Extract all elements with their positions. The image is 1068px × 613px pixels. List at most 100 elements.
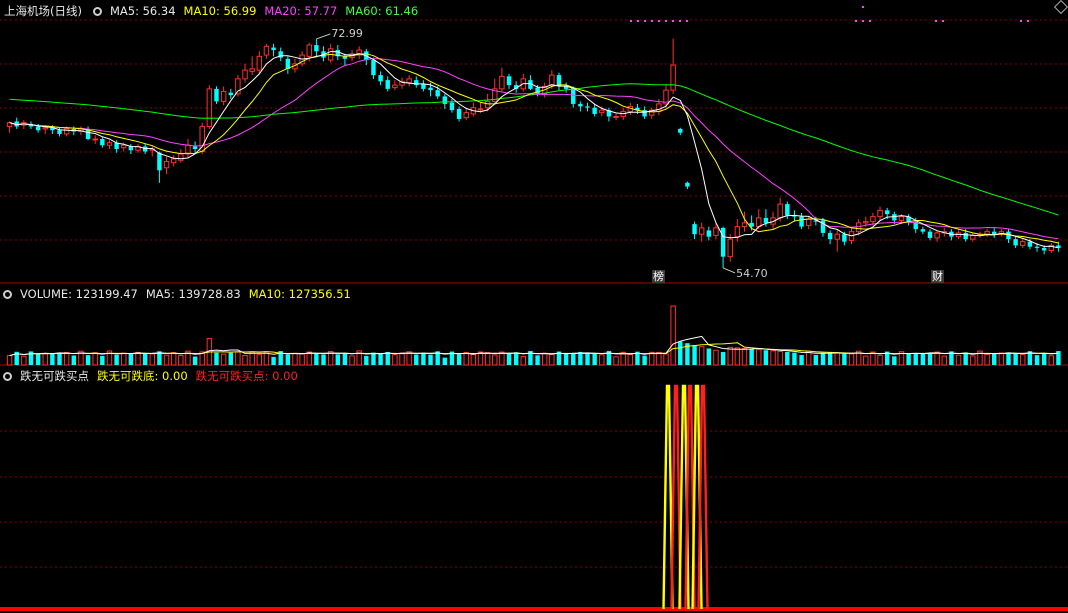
candle-body-up [499, 75, 505, 90]
volume-bar [192, 356, 198, 365]
volume-bar [541, 352, 548, 366]
volume-bar [114, 354, 119, 365]
volume-bar [792, 352, 797, 365]
volume-bar [335, 354, 340, 365]
candle-body-down [1013, 239, 1018, 246]
candle-body-up [42, 127, 48, 130]
volume-bar [299, 353, 305, 366]
volume-bar [399, 352, 405, 366]
volume-bar [698, 346, 705, 366]
volume-bar [285, 354, 291, 365]
volume-bar [1041, 352, 1047, 365]
volume-bar [913, 353, 918, 365]
volume-bar [656, 351, 662, 366]
volume-bar [71, 355, 76, 365]
volume-bar [777, 350, 783, 366]
candle-body-down [214, 88, 219, 102]
volume-bar [663, 353, 669, 366]
candle-body-down [128, 146, 134, 151]
volume-bar [692, 344, 697, 365]
volume-label: VOLUME: 123199.47 [20, 287, 138, 301]
volume-bar [720, 352, 726, 365]
candle-body-down [920, 229, 926, 232]
volume-bar [1048, 355, 1055, 366]
volume-bar [63, 351, 70, 366]
volume-bar [135, 351, 141, 366]
candle-body-down [927, 231, 933, 238]
volume-bar [163, 354, 170, 366]
candle-body-up [741, 222, 748, 228]
candle-body-down [578, 103, 583, 107]
candle-body-up [477, 108, 484, 111]
candle-body-down [884, 210, 890, 215]
bang-marker[interactable]: 榜 [652, 270, 665, 283]
volume-bar [842, 353, 847, 365]
candle-body-up [163, 161, 170, 169]
volume-bar [613, 356, 619, 366]
candle-body-up [178, 153, 184, 161]
volume-bar [906, 353, 911, 365]
candle-body-up [970, 234, 976, 240]
candle-body-down [685, 182, 690, 187]
candle-body-up [206, 88, 213, 127]
candle-body-up [756, 217, 762, 228]
gear-icon[interactable] [3, 372, 12, 381]
candle-body-up [256, 55, 263, 71]
candle-body-down [963, 232, 968, 240]
candle-body-down [1027, 241, 1033, 247]
signal-dot [644, 20, 646, 22]
volume-bar [963, 352, 968, 365]
volume-bar [749, 349, 754, 365]
volume-bar [877, 354, 883, 366]
candle-body-up [656, 103, 662, 112]
candle-body-up [613, 115, 619, 118]
volume-bar [442, 357, 448, 365]
candle-body-down [571, 87, 576, 104]
candle-body-up [463, 112, 469, 119]
signal-dot [935, 20, 937, 22]
signal-dot [869, 20, 871, 22]
candle-body-up [734, 226, 741, 238]
candle-body-up [170, 158, 177, 164]
signal-dot [658, 20, 660, 22]
candle-body-down [535, 87, 540, 94]
volume-bar [484, 352, 491, 366]
gear-icon[interactable] [3, 290, 12, 299]
candle-body-up [805, 218, 812, 226]
ma60-label: MA60: 61.46 [345, 4, 419, 18]
volume-bar [627, 353, 634, 366]
ma20-label: MA20: 57.77 [264, 4, 338, 18]
stock-chart[interactable]: 72.99 54.70 [0, 0, 1068, 613]
volume-bar [549, 353, 555, 366]
candle-body-down [692, 224, 697, 235]
candle-body-down [35, 126, 41, 131]
candle-body-down [763, 217, 769, 223]
gear-icon[interactable] [92, 7, 102, 16]
candle-body-down [992, 231, 997, 235]
volume-bar [349, 355, 355, 366]
candle-body-down [1034, 246, 1040, 248]
volume-ma5-line [9, 335, 1059, 357]
candle-body-up [242, 69, 248, 80]
volume-bar [941, 355, 947, 366]
volume-bar [428, 354, 433, 365]
volume-bar [535, 355, 540, 365]
low-marker-line [722, 267, 736, 274]
volume-bar [271, 356, 276, 365]
candle-body-up [713, 227, 719, 236]
volume-bar [314, 353, 319, 365]
volume-bar [342, 353, 348, 365]
volume-bar [92, 352, 98, 366]
cai-marker[interactable]: 财 [931, 270, 944, 283]
candle-body-up [934, 232, 940, 239]
signal-dot [651, 20, 653, 22]
candle-body-down [271, 47, 276, 51]
volume-bar [228, 352, 233, 365]
indicator-title: 跌无可跌买点 [20, 369, 89, 383]
volume-bar [100, 355, 105, 365]
volume-bar [1034, 355, 1040, 365]
candle-body-down [442, 96, 448, 104]
volume-bar [799, 355, 804, 365]
volume-bar [713, 349, 719, 366]
low-annotation: 54.70 [736, 267, 768, 280]
